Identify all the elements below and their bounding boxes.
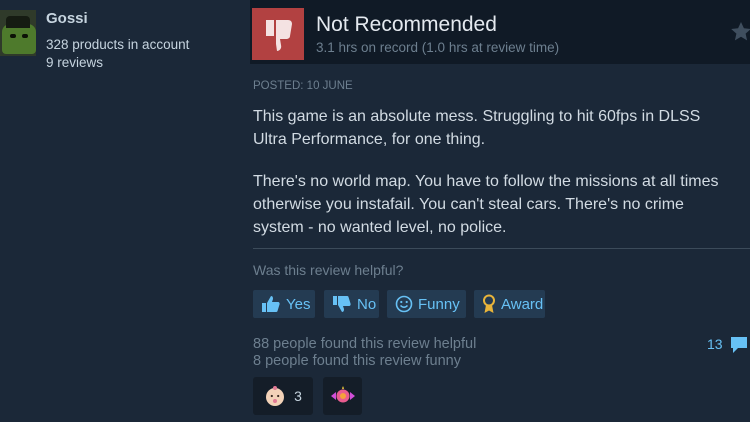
- thumbs-down-icon: [252, 8, 304, 60]
- review-paragraph: There's no world map. You have to follow…: [253, 173, 719, 236]
- award-label: Award: [501, 295, 544, 313]
- helpful-question: Was this review helpful?: [253, 262, 404, 278]
- thumbs-down-icon: [333, 296, 351, 312]
- funny-count: 8 people found this review funny: [253, 353, 461, 369]
- award-item[interactable]: 3: [253, 377, 313, 415]
- comment-icon[interactable]: [729, 335, 749, 355]
- products-count[interactable]: 328 products in account: [46, 37, 189, 52]
- vote-no-button[interactable]: No: [324, 290, 379, 318]
- vote-yes-label: Yes: [286, 295, 311, 313]
- user-avatar[interactable]: [0, 10, 36, 56]
- vote-funny-button[interactable]: Funny: [387, 290, 466, 318]
- username[interactable]: Gossi: [46, 10, 88, 27]
- hours-on-record: 3.1 hrs on record (1.0 hrs at review tim…: [316, 40, 560, 55]
- vote-no-label: No: [357, 295, 377, 313]
- reviews-count[interactable]: 9 reviews: [46, 55, 103, 70]
- review-verdict[interactable]: Not Recommended: [316, 13, 497, 37]
- smiley-icon: [395, 295, 413, 313]
- helpful-count: 88 people found this review helpful: [253, 336, 477, 352]
- award-count: 3: [294, 388, 302, 404]
- thumbs-up-icon: [262, 296, 280, 312]
- candy-award-icon: [330, 386, 355, 403]
- star-icon[interactable]: [729, 20, 750, 44]
- award-ribbon-icon: [483, 294, 495, 313]
- posted-date: POSTED: 10 JUNE: [253, 80, 353, 92]
- baby-face-award-icon: [266, 386, 285, 406]
- review-paragraph: This game is an absolute mess. Strugglin…: [253, 108, 701, 148]
- award-button[interactable]: Award: [474, 290, 545, 318]
- vote-yes-button[interactable]: Yes: [253, 290, 315, 318]
- divider: [253, 248, 750, 249]
- vote-funny-label: Funny: [418, 295, 460, 313]
- award-item[interactable]: [323, 377, 362, 415]
- comment-count[interactable]: 13: [707, 336, 723, 352]
